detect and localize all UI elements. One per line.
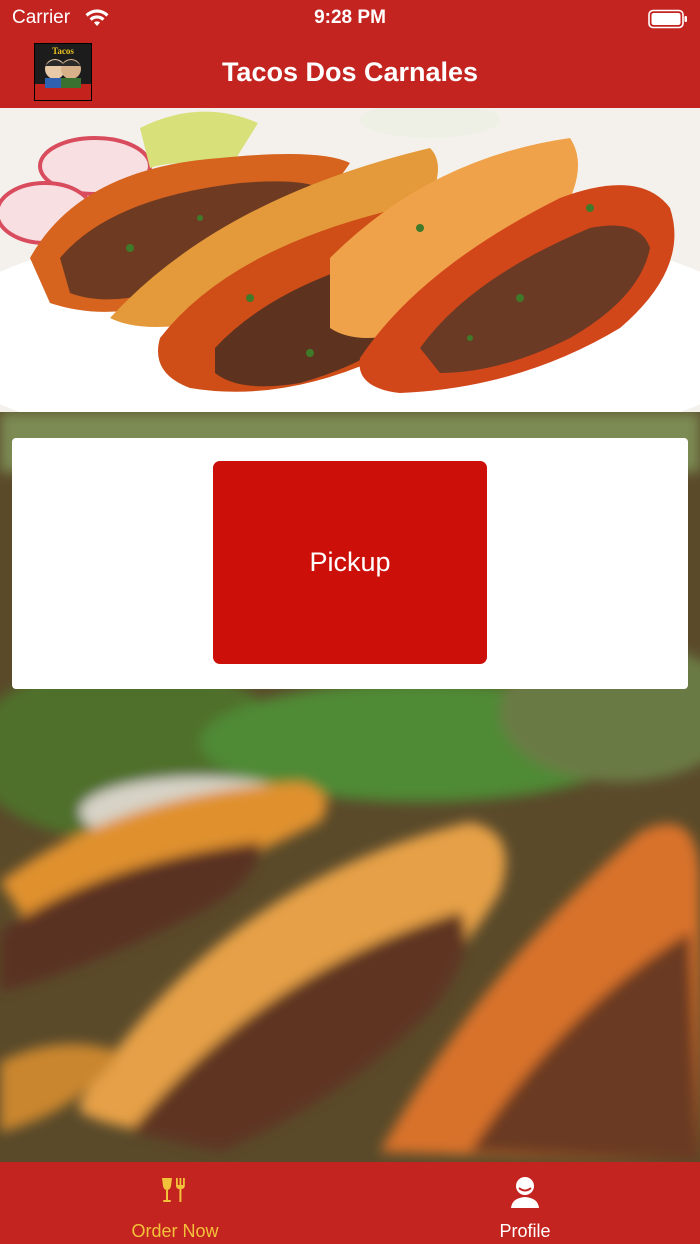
status-bar: Carrier 9:28 PM <box>0 0 700 40</box>
svg-text:Tacos: Tacos <box>52 46 74 56</box>
tab-order-now-label: Order Now <box>131 1221 219 1241</box>
nav-bar: Tacos Tacos Dos Carnales <box>0 40 700 108</box>
battery-icon <box>648 9 688 34</box>
tab-profile[interactable]: Profile <box>350 1162 700 1244</box>
tab-bar: Order Now Profile <box>0 1162 700 1244</box>
order-type-card: Pickup <box>12 438 688 689</box>
tab-order-now[interactable]: Order Now <box>0 1162 350 1244</box>
clock: 9:28 PM <box>314 7 386 28</box>
page-title: Tacos Dos Carnales <box>221 57 479 87</box>
person-icon <box>350 1176 700 1210</box>
hero-food-image <box>0 108 700 412</box>
pickup-button[interactable]: Pickup <box>213 461 487 664</box>
tab-profile-label: Profile <box>499 1221 551 1241</box>
utensils-icon <box>0 1176 350 1204</box>
